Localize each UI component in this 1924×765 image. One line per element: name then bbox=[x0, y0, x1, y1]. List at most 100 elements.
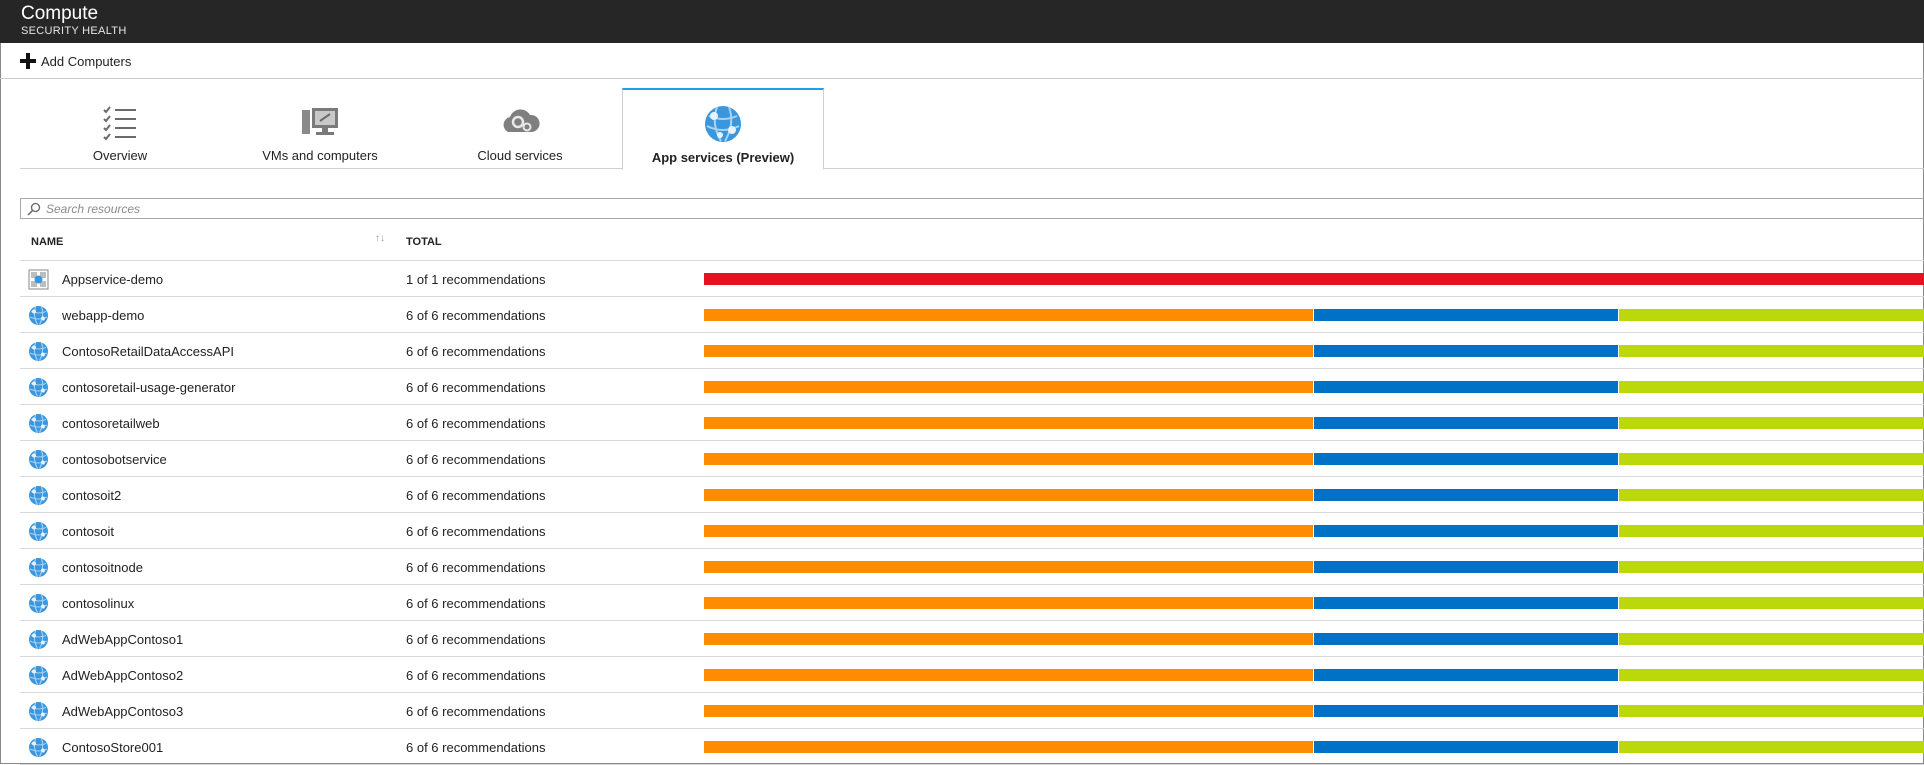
bar-segment-low bbox=[1314, 741, 1619, 753]
table-row[interactable]: AdWebAppContoso1 6 of 6 recommendations bbox=[20, 621, 1924, 657]
recommendations-total: 6 of 6 recommendations bbox=[406, 488, 546, 503]
page-subtitle: SECURITY HEALTH bbox=[21, 25, 127, 37]
bar-segment-medium bbox=[704, 417, 1314, 429]
app-service-globe-icon bbox=[705, 106, 741, 142]
tab-app-services-label: App services (Preview) bbox=[651, 150, 795, 165]
column-header-total[interactable]: TOTAL bbox=[406, 236, 442, 248]
resource-name[interactable]: AdWebAppContoso2 bbox=[62, 668, 183, 683]
resource-name[interactable]: contosoretail-usage-generator bbox=[62, 380, 235, 395]
sort-icon[interactable]: ↑↓ bbox=[375, 233, 385, 244]
table-row[interactable]: ContosoRetailDataAccessAPI 6 of 6 recomme… bbox=[20, 333, 1924, 369]
bar-segment-healthy bbox=[1619, 741, 1924, 753]
recommendations-total: 6 of 6 recommendations bbox=[406, 452, 546, 467]
web-app-globe-icon bbox=[29, 414, 48, 433]
resource-name[interactable]: contosobotservice bbox=[62, 452, 167, 467]
bar-segment-healthy bbox=[1619, 561, 1924, 573]
bar-segment-low bbox=[1314, 489, 1619, 501]
recommendations-total: 6 of 6 recommendations bbox=[406, 740, 546, 755]
bar-segment-low bbox=[1314, 597, 1619, 609]
table-row[interactable]: contosoitnode 6 of 6 recommendations bbox=[20, 549, 1924, 585]
resource-name[interactable]: ContosoStore001 bbox=[62, 740, 163, 755]
recommendations-bar bbox=[704, 561, 1924, 573]
table-row[interactable]: contosolinux 6 of 6 recommendations bbox=[20, 585, 1924, 621]
bar-segment-low bbox=[1314, 381, 1619, 393]
recommendations-bar bbox=[704, 381, 1924, 393]
bar-segment-low bbox=[1314, 345, 1619, 357]
tab-cloud-services[interactable]: Cloud services bbox=[420, 88, 620, 168]
plus-icon bbox=[20, 53, 36, 69]
web-app-globe-icon bbox=[29, 630, 48, 649]
resource-name[interactable]: AdWebAppContoso3 bbox=[62, 704, 183, 719]
web-app-globe-icon bbox=[29, 666, 48, 685]
recommendations-total: 6 of 6 recommendations bbox=[406, 704, 546, 719]
tab-vms-and-computers[interactable]: VMs and computers bbox=[220, 88, 420, 168]
table-row[interactable]: contosobotservice 6 of 6 recommendations bbox=[20, 441, 1924, 477]
bar-segment-medium bbox=[704, 633, 1314, 645]
table-row[interactable]: contosoit2 6 of 6 recommendations bbox=[20, 477, 1924, 513]
bar-segment-healthy bbox=[1619, 309, 1924, 321]
bar-segment-healthy bbox=[1619, 381, 1924, 393]
recommendations-total: 6 of 6 recommendations bbox=[406, 560, 546, 575]
bar-segment-low bbox=[1314, 705, 1619, 717]
resource-name[interactable]: Appservice-demo bbox=[62, 272, 163, 287]
bar-segment-medium bbox=[704, 741, 1314, 753]
web-app-globe-icon bbox=[29, 522, 48, 541]
bar-segment-high bbox=[704, 273, 1924, 285]
recommendations-bar bbox=[704, 273, 1924, 285]
bar-segment-low bbox=[1314, 525, 1619, 537]
add-computers-button[interactable]: Add Computers bbox=[20, 51, 131, 71]
bar-segment-healthy bbox=[1619, 705, 1924, 717]
resource-name[interactable]: contosoretailweb bbox=[62, 416, 160, 431]
checklist-icon bbox=[103, 106, 136, 141]
bar-segment-medium bbox=[704, 309, 1314, 321]
tab-overview-label: Overview bbox=[92, 148, 148, 163]
resource-name[interactable]: contosoitnode bbox=[62, 560, 143, 575]
bar-segment-medium bbox=[704, 525, 1314, 537]
bar-segment-medium bbox=[704, 381, 1314, 393]
app-service-plan-icon bbox=[28, 269, 49, 290]
recommendations-total: 6 of 6 recommendations bbox=[406, 380, 546, 395]
bar-segment-low bbox=[1314, 669, 1619, 681]
resource-name[interactable]: AdWebAppContoso1 bbox=[62, 632, 183, 647]
table-row[interactable]: AdWebAppContoso3 6 of 6 recommendations bbox=[20, 693, 1924, 729]
search-input[interactable] bbox=[46, 200, 946, 217]
resource-name[interactable]: contosoit bbox=[62, 524, 114, 539]
blade-header: Compute SECURITY HEALTH bbox=[0, 0, 1924, 43]
command-bar: Add Computers bbox=[0, 43, 1924, 79]
recommendations-total: 6 of 6 recommendations bbox=[406, 416, 546, 431]
recommendations-bar bbox=[704, 309, 1924, 321]
resource-name[interactable]: contosolinux bbox=[62, 596, 134, 611]
tab-app-services[interactable]: App services (Preview) bbox=[622, 88, 824, 170]
recommendations-bar bbox=[704, 633, 1924, 645]
table-row[interactable]: contosoretailweb 6 of 6 recommendations bbox=[20, 405, 1924, 441]
resource-name[interactable]: ContosoRetailDataAccessAPI bbox=[62, 344, 234, 359]
bar-segment-healthy bbox=[1619, 633, 1924, 645]
table-row[interactable]: ContosoStore001 6 of 6 recommendations bbox=[20, 729, 1924, 765]
recommendations-total: 6 of 6 recommendations bbox=[406, 308, 546, 323]
recommendations-total: 6 of 6 recommendations bbox=[406, 344, 546, 359]
table-row[interactable]: webapp-demo 6 of 6 recommendations bbox=[20, 297, 1924, 333]
table-row[interactable]: contosoit 6 of 6 recommendations bbox=[20, 513, 1924, 549]
web-app-globe-icon bbox=[29, 306, 48, 325]
column-header-name[interactable]: NAME bbox=[31, 236, 63, 248]
bar-segment-low bbox=[1314, 633, 1619, 645]
bar-segment-low bbox=[1314, 309, 1619, 321]
recommendations-bar bbox=[704, 345, 1924, 357]
bar-segment-healthy bbox=[1619, 345, 1924, 357]
recommendations-total: 1 of 1 recommendations bbox=[406, 272, 546, 287]
recommendations-bar bbox=[704, 525, 1924, 537]
search-box bbox=[20, 198, 1924, 219]
recommendations-bar bbox=[704, 489, 1924, 501]
web-app-globe-icon bbox=[29, 450, 48, 469]
table-row[interactable]: contosoretail-usage-generator 6 of 6 reco… bbox=[20, 369, 1924, 405]
table-row[interactable]: AdWebAppContoso2 6 of 6 recommendations bbox=[20, 657, 1924, 693]
resource-name[interactable]: contosoit2 bbox=[62, 488, 121, 503]
bar-segment-healthy bbox=[1619, 453, 1924, 465]
recommendations-bar bbox=[704, 741, 1924, 753]
tab-overview[interactable]: Overview bbox=[20, 88, 220, 168]
recommendations-bar bbox=[704, 705, 1924, 717]
table-row[interactable]: Appservice-demo 1 of 1 recommendations bbox=[20, 261, 1924, 297]
resource-name[interactable]: webapp-demo bbox=[62, 308, 144, 323]
web-app-globe-icon bbox=[29, 594, 48, 613]
computers-icon bbox=[302, 108, 338, 135]
